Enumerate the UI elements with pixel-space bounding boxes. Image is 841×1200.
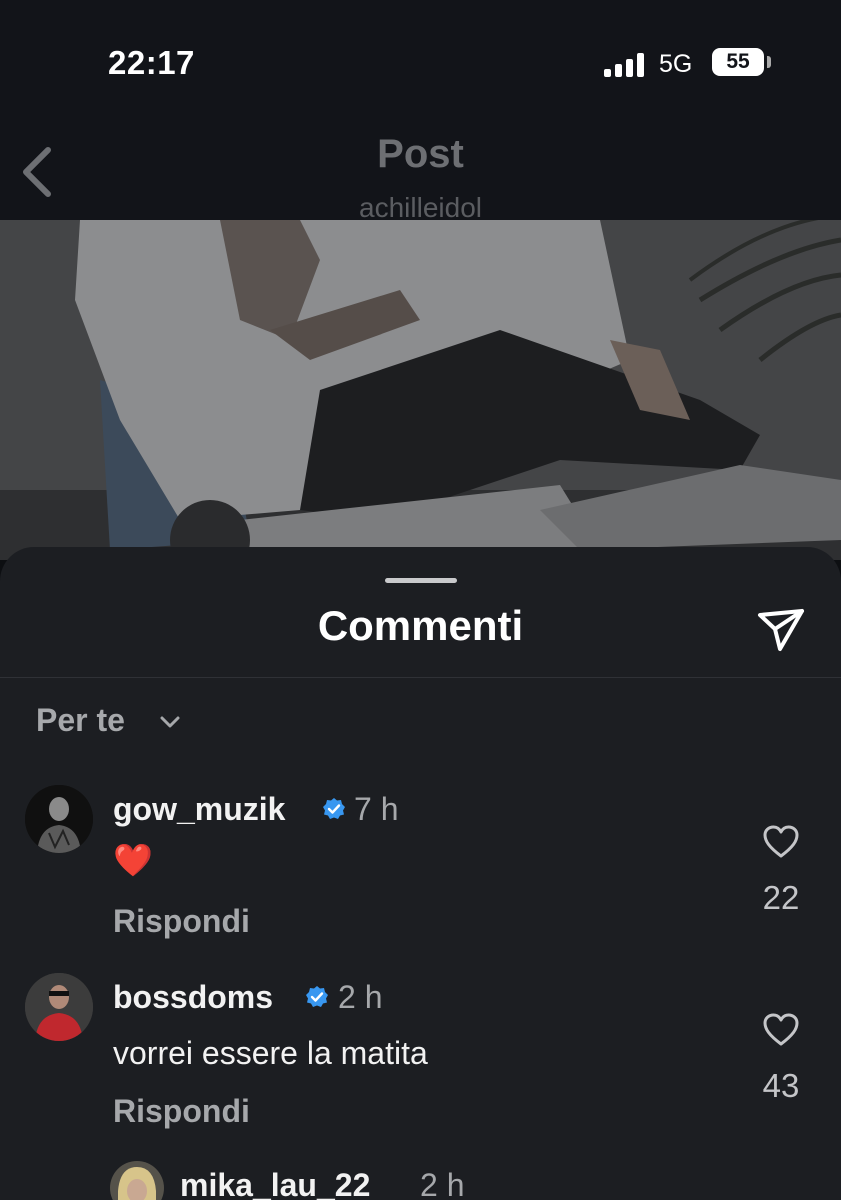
comment-item: bossdoms 2 h vorrei essere la matita Ris… [0, 971, 841, 1141]
comment-text: vorrei essere la matita [113, 1035, 428, 1071]
avatar-image [25, 785, 93, 853]
comment-time: 2 h [338, 979, 383, 1015]
reply-button[interactable]: Rispondi [113, 1093, 250, 1130]
network-label: 5G [659, 50, 693, 78]
comments-sheet: Commenti Per te gow_muzik 7 h ❤️ Rispond… [0, 547, 841, 1200]
comment-username[interactable]: bossdoms [113, 979, 273, 1016]
status-bar: 22:17 5G 55 [0, 0, 841, 120]
like-count: 43 [762, 1067, 800, 1104]
battery-icon: 55 [712, 48, 764, 76]
chevron-down-icon[interactable] [160, 715, 180, 729]
sheet-title: Commenti [317, 602, 524, 649]
comment-username[interactable]: gow_muzik [113, 791, 285, 828]
avatar[interactable] [110, 1161, 164, 1200]
filter-dropdown[interactable]: Per te [36, 702, 125, 739]
comment-time: 7 h [354, 791, 399, 827]
battery-tip [767, 56, 771, 68]
paper-plane-icon[interactable] [756, 607, 806, 653]
avatar-image [110, 1161, 164, 1200]
post-image [0, 220, 841, 560]
verified-badge-icon [323, 798, 345, 819]
like-count: 22 [762, 879, 800, 916]
sheet-divider [0, 677, 841, 678]
avatar[interactable] [25, 973, 93, 1041]
reply-button[interactable]: Rispondi [113, 903, 250, 940]
page-title: Post [377, 132, 464, 176]
post-header: Post achilleidol [0, 120, 841, 223]
comment-text: ❤️ [113, 842, 153, 878]
avatar[interactable] [25, 785, 93, 853]
signal-icon [604, 53, 648, 77]
comment-username[interactable]: mika_lau_22 [180, 1167, 370, 1200]
comment-time: 2 h [420, 1167, 465, 1200]
heart-icon[interactable] [763, 1013, 799, 1047]
comment-item: gow_muzik 7 h ❤️ Rispondi 22 [0, 783, 841, 953]
verified-badge-icon [306, 986, 328, 1007]
heart-icon[interactable] [763, 825, 799, 859]
post-photo-illustration [0, 220, 841, 560]
comment-item: mika_lau_22 2 h [0, 1159, 841, 1200]
status-time: 22:17 [108, 44, 195, 81]
avatar-image [25, 973, 93, 1041]
sheet-drag-handle[interactable] [385, 578, 457, 583]
